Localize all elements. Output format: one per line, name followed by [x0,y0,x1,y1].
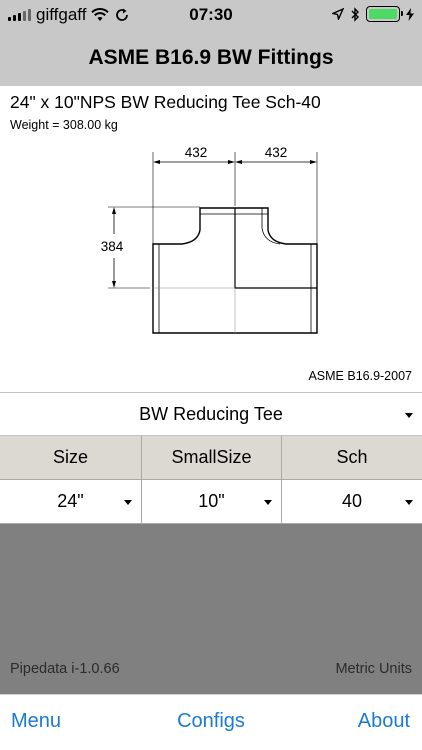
charging-bolt-icon [406,7,414,21]
menu-tab[interactable]: Menu [11,710,61,733]
parameter-grid: Size SmallSize Sch 24" 10" 40 [0,436,422,524]
size-header: Size [0,436,142,480]
fitting-header: 24" x 10"NPS BW Reducing Tee Sch-40 Weig… [10,92,321,132]
dim-right-half: 432 [265,145,288,160]
page-title: ASME B16.9 BW Fittings [88,46,334,69]
fitting-type-dropdown[interactable]: BW Reducing Tee [0,392,422,436]
status-bar: giffgaff 07:30 [0,0,422,30]
standard-label: ASME B16.9-2007 [308,369,412,383]
nav-bar: ASME B16.9 BW Fittings [0,30,422,86]
units-label: Metric Units [335,661,412,677]
dropdown-caret-icon [405,413,413,418]
dropdown-caret-icon [264,500,272,505]
fitting-weight: Weight = 308.00 kg [10,118,118,132]
reducing-tee-drawing: 432 432 384 [101,145,318,334]
small-size-header: SmallSize [142,436,282,480]
dropdown-caret-icon [124,500,132,505]
small-size-dropdown[interactable]: 10" [142,480,282,524]
sch-header: Sch [282,436,422,480]
dropdown-caret-icon [405,500,413,505]
about-tab[interactable]: About [358,710,410,733]
location-arrow-icon [332,8,344,20]
dim-height: 384 [101,239,124,254]
app-version: Pipedata i-1.0.66 [10,661,120,677]
dim-left-half: 432 [185,145,208,160]
sch-value: 40 [341,491,363,511]
tab-bar: Configs Menu About [0,694,422,750]
sch-dropdown[interactable]: 40 [282,480,422,524]
small-size-value: 10" [198,491,225,511]
fitting-title: 24" x 10"NPS BW Reducing Tee Sch-40 [10,92,321,112]
size-value: 24" [57,491,84,511]
battery-icon [366,6,403,22]
status-right [332,6,414,22]
bluetooth-icon [351,6,359,22]
size-dropdown[interactable]: 24" [0,480,142,524]
fitting-type-value: BW Reducing Tee [139,403,283,424]
